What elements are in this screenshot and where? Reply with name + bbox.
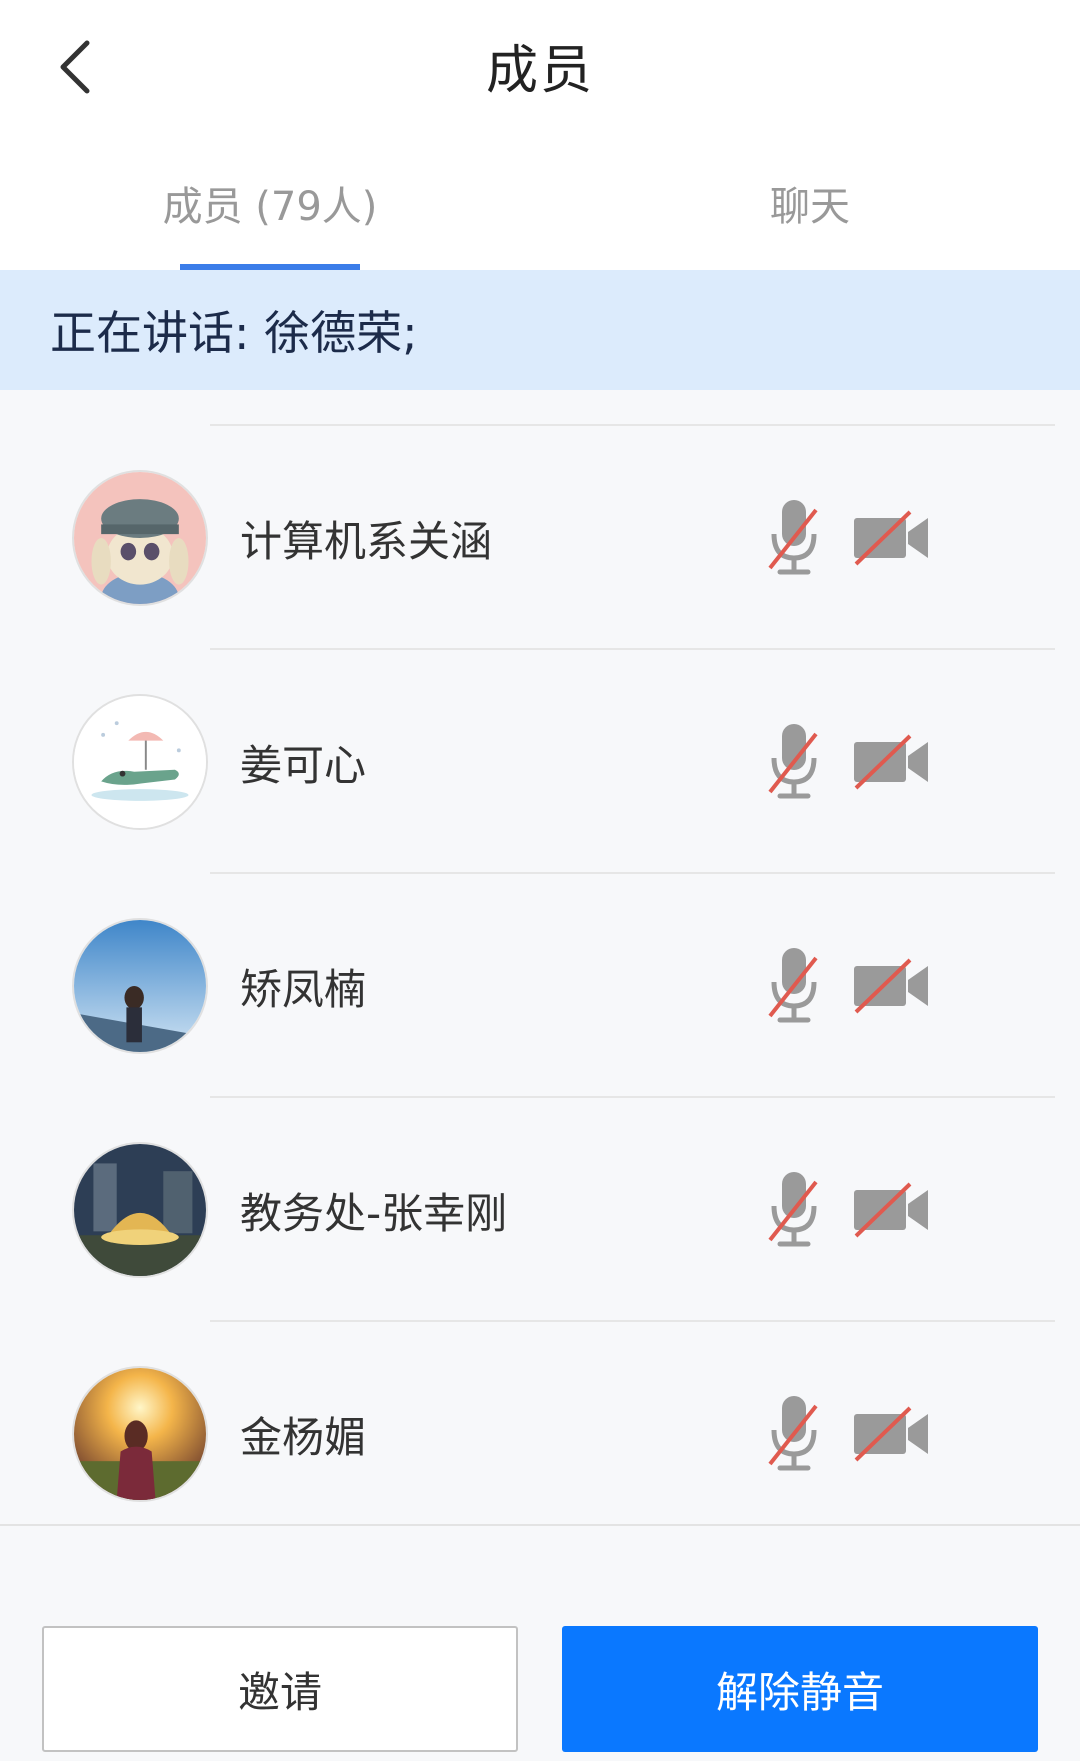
- tab-members[interactable]: 成员 (79人): [0, 135, 540, 270]
- camera-off-icon[interactable]: [852, 1404, 932, 1464]
- camera-off-icon[interactable]: [852, 1180, 932, 1240]
- avatar: [72, 1366, 208, 1502]
- member-row[interactable]: 金杨媚: [0, 1322, 1080, 1546]
- member-name: 姜可心: [240, 740, 367, 790]
- member-row[interactable]: 计算机系关涵: [0, 426, 1080, 650]
- member-row[interactable]: 教务处-张幸刚: [0, 1098, 1080, 1322]
- tab-chat[interactable]: 聊天: [540, 135, 1080, 270]
- mic-muted-icon[interactable]: [764, 1392, 824, 1476]
- building-photo-avatar-image: [74, 1144, 206, 1276]
- speaking-banner: 正在讲话: 徐德荣;: [0, 270, 1080, 390]
- header-bar: 成员: [0, 0, 1080, 135]
- member-name: 矫凤楠: [240, 964, 367, 1014]
- mic-muted-icon[interactable]: [764, 1168, 824, 1252]
- camera-off-icon[interactable]: [852, 732, 932, 792]
- camera-off-icon[interactable]: [852, 956, 932, 1016]
- member-row[interactable]: 矫凤楠: [0, 874, 1080, 1098]
- member-row[interactable]: 姜可心: [0, 650, 1080, 874]
- member-name: 计算机系关涵: [240, 516, 493, 566]
- member-list: 计算机系关涵 姜可心 矫凤楠 教务处-张幸刚 金杨媚: [0, 390, 1080, 1526]
- bunny-avatar-image: [74, 472, 206, 604]
- avatar: [72, 470, 208, 606]
- sky-photo-avatar-image: [74, 920, 206, 1052]
- tab-bar: 成员 (79人) 聊天: [0, 135, 1080, 270]
- mic-muted-icon[interactable]: [764, 496, 824, 580]
- invite-button[interactable]: 邀请: [42, 1626, 518, 1752]
- avatar: [72, 918, 208, 1054]
- unmute-button[interactable]: 解除静音: [562, 1626, 1038, 1752]
- mic-muted-icon[interactable]: [764, 944, 824, 1028]
- camera-off-icon[interactable]: [852, 508, 932, 568]
- avatar: [72, 1142, 208, 1278]
- member-name: 教务处-张幸刚: [240, 1188, 508, 1238]
- sunset-photo-avatar-image: [74, 1368, 206, 1500]
- speaking-text: 正在讲话: 徐德荣;: [50, 306, 418, 360]
- avatar: [72, 694, 208, 830]
- footer-bar: 邀请 解除静音: [0, 1526, 1080, 1761]
- crocodile-avatar-image: [74, 696, 206, 828]
- mic-muted-icon[interactable]: [764, 720, 824, 804]
- member-name: 金杨媚: [240, 1412, 367, 1462]
- page-title: 成员: [485, 41, 594, 101]
